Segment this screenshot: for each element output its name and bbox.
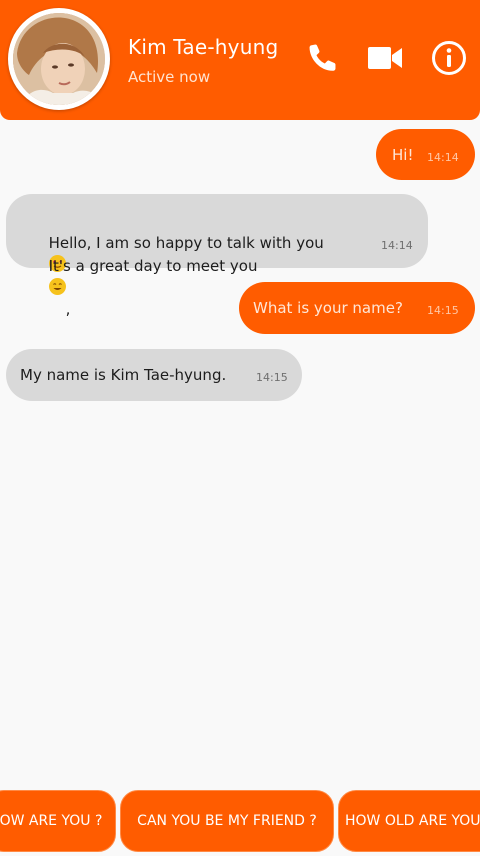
quick-reply-chip[interactable]: OW ARE YOU ?: [0, 790, 116, 852]
message-time: 14:15: [427, 304, 459, 317]
message-time: 14:15: [256, 371, 288, 384]
quick-reply-bar: OW ARE YOU ? CAN YOU BE MY FRIEND ? HOW …: [0, 790, 480, 854]
phone-icon[interactable]: [305, 40, 341, 76]
message-time: 14:14: [381, 239, 413, 252]
message-bubble-incoming[interactable]: Hello, I am so happy to talk with you , …: [6, 194, 428, 318]
message-bubble-incoming[interactable]: My name is Kim Tae-hyung. 14:15: [6, 349, 302, 401]
chat-header: Kim Tae-hyung Active now: [0, 0, 480, 120]
quick-reply-label: OW ARE YOU ?: [0, 813, 103, 829]
info-icon[interactable]: [431, 40, 467, 76]
quick-reply-label: HOW OLD ARE YOU: [345, 813, 480, 829]
avatar-portrait-image: [13, 13, 105, 105]
message-text: My name is Kim Tae-hyung.: [20, 366, 227, 384]
message-bubble-outgoing[interactable]: Hi! 14:14: [376, 129, 475, 180]
contact-status: Active now: [128, 68, 211, 86]
video-camera-icon[interactable]: [367, 40, 403, 76]
quick-reply-label: CAN YOU BE MY FRIEND ?: [137, 813, 317, 829]
message-time: 14:14: [427, 151, 459, 164]
avatar[interactable]: [8, 8, 110, 110]
message-bubble-outgoing[interactable]: What is your name? 14:15: [239, 282, 475, 334]
message-text: Hi!: [392, 146, 414, 164]
smiling-emoji-icon: [48, 278, 66, 295]
message-text: What is your name?: [253, 299, 403, 317]
contact-name: Kim Tae-hyung: [128, 35, 279, 59]
avatar-photo: [13, 13, 105, 105]
quick-reply-chip[interactable]: HOW OLD ARE YOU: [338, 790, 480, 852]
message-text: It's a great day to meet you: [48, 257, 258, 275]
message-list[interactable]: Hi! 14:14 Hello, I am so happy to talk w…: [0, 120, 480, 785]
message-line-2: It's a great day to meet you: [20, 232, 257, 367]
quick-reply-chip[interactable]: CAN YOU BE MY FRIEND ?: [120, 790, 334, 852]
